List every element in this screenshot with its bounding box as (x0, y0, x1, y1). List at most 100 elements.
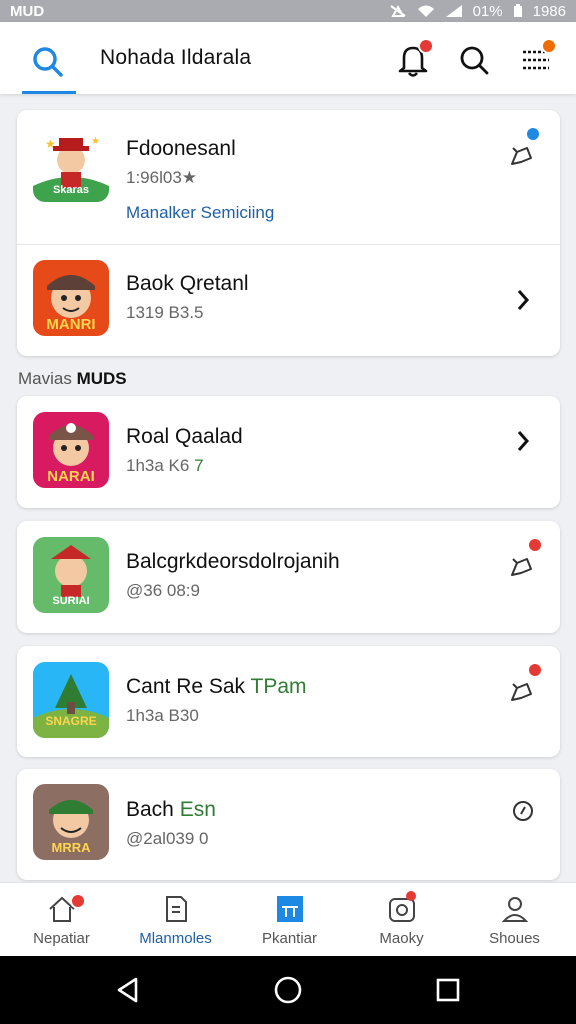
app-header: Nohada Ildarala (0, 22, 576, 94)
item-link[interactable]: Manalker Semiciing (126, 203, 274, 223)
item-subtitle: @36 08:9 (126, 581, 200, 600)
thumb-label: MANRI (46, 316, 96, 333)
item-subtitle: @2al039 0 (126, 829, 209, 848)
search-icon (31, 45, 65, 84)
app-thumbnail: MANRI (33, 260, 109, 336)
notification-mute-icon (389, 4, 407, 18)
pin-button[interactable] (507, 662, 543, 706)
menu-badge (541, 38, 557, 54)
chevron-right-icon (509, 290, 539, 319)
back-triangle-icon (112, 977, 144, 1010)
section-header: Mavias MUDS (18, 369, 127, 389)
home-circle-icon (272, 976, 304, 1010)
notifications-button[interactable] (396, 38, 434, 78)
list-item[interactable]: MRRA Bach Esn @2al039 0 (17, 769, 560, 880)
list-item[interactable]: NARAI Roal Qaalad 1h3a K6 7 (17, 396, 560, 508)
active-tab-indicator (22, 91, 76, 94)
nav-label: Shoues (489, 930, 540, 947)
item-subtitle: 1:96l03★ (126, 168, 198, 187)
subtitle-accent: 7 (194, 456, 204, 475)
thumb-label: MRRA (51, 840, 91, 855)
pin-button[interactable] (507, 537, 543, 581)
recents-square-icon (432, 978, 464, 1010)
status-left-text: MUD (10, 2, 45, 20)
nav-label: Mlanmoles (139, 930, 212, 947)
back-button[interactable] (112, 974, 144, 1006)
item-title: Baok Qretanl (126, 272, 249, 295)
title-accent: anih (299, 550, 340, 573)
title-main: Balcgrkdeorsdolroj (126, 550, 300, 573)
nav-badge (70, 893, 86, 909)
nav-label: Pkantiar (261, 930, 318, 947)
item-title: Roal Qaalad (126, 425, 243, 448)
list-item[interactable]: SNAGRE Cant Re Sak TPam 1h3a B30 (17, 646, 560, 757)
thumb-label: Skaras (52, 184, 90, 196)
calendar-icon (274, 893, 306, 925)
open-button[interactable] (509, 285, 539, 315)
signal-icon (445, 4, 463, 18)
svg-text:★: ★ (91, 136, 100, 147)
item-title: Balcgrkdeorsdolrojanih (126, 550, 340, 574)
item-title: Fdoonesanl (126, 137, 236, 160)
user-icon (499, 893, 531, 925)
pin-badge (525, 126, 541, 142)
list-item[interactable]: SURIAI Balcgrkdeorsdolrojanih @36 08:9 (17, 521, 560, 633)
nav-item-profile[interactable]: Shoues (457, 883, 572, 957)
pin-icon (507, 147, 537, 174)
nav-item-home[interactable]: Nepatiar (4, 883, 119, 957)
app-thumbnail: NARAI (33, 412, 109, 488)
title-main: Cant Re Sak (126, 675, 251, 698)
item-title: Bach Esn (126, 798, 216, 822)
section-emphasis: MUDS (76, 369, 127, 388)
thumb-label: SNAGRE (45, 714, 97, 728)
battery-text: 01% (472, 2, 503, 20)
wifi-icon (417, 4, 435, 18)
battery-icon (513, 4, 523, 18)
pin-icon (507, 558, 537, 585)
menu-list-icon (519, 50, 553, 82)
list-item[interactable]: ★ ★ Skaras Fdoonesanl 1:96l03★ Manalker … (17, 110, 560, 244)
history-button[interactable] (508, 796, 538, 826)
nav-label: Nepatiar (33, 930, 90, 947)
app-thumbnail: MRRA (33, 784, 109, 860)
nav-item-documents[interactable]: Mlanmoles (118, 883, 233, 957)
title-accent: TPam (250, 675, 307, 698)
app-thumbnail: SURIAI (33, 537, 109, 613)
search-icon (457, 46, 491, 82)
featured-card: ★ ★ Skaras Fdoonesanl 1:96l03★ Manalker … (17, 110, 560, 356)
clock-icon (508, 801, 538, 830)
nav-label: Maoky (379, 930, 424, 947)
pin-badge (527, 662, 543, 678)
chevron-right-icon (509, 431, 539, 460)
app-thumbnail: SNAGRE (33, 662, 109, 738)
section-prefix: Mavias (18, 369, 72, 388)
svg-text:★: ★ (45, 137, 56, 151)
pin-badge (527, 537, 543, 553)
menu-button[interactable] (519, 38, 557, 78)
clock-time: 1986 (532, 2, 566, 20)
item-subtitle: 1319 B3.5 (126, 303, 204, 322)
nav-item-calendar[interactable]: Pkantiar (232, 883, 347, 957)
header-search-button[interactable] (457, 42, 493, 78)
subtitle-main: 1h3a K6 (126, 456, 190, 475)
list-item[interactable]: MANRI Baok Qretanl 1319 B3.5 (17, 245, 560, 356)
item-title: Cant Re Sak TPam (126, 675, 307, 699)
document-icon (160, 893, 192, 925)
status-bar: MUD 01% 1986 (0, 0, 576, 22)
title-main: Bach (126, 798, 180, 821)
search-tab[interactable] (22, 40, 76, 94)
nav-item-camera[interactable]: Maoky (344, 883, 459, 957)
app-thumbnail: ★ ★ Skaras (33, 126, 109, 202)
recents-button[interactable] (432, 974, 464, 1006)
thumb-label: NARAI (47, 468, 95, 485)
open-button[interactable] (509, 426, 539, 456)
pin-icon (507, 683, 537, 710)
notification-badge (418, 38, 434, 54)
nav-badge (406, 891, 416, 901)
home-button[interactable] (272, 974, 304, 1006)
bell-icon (396, 46, 430, 82)
item-subtitle: 1h3a B30 (126, 706, 199, 725)
thumb-label: SURIAI (52, 595, 90, 607)
system-navigation-bar (0, 956, 576, 1024)
pin-button[interactable] (507, 126, 541, 170)
